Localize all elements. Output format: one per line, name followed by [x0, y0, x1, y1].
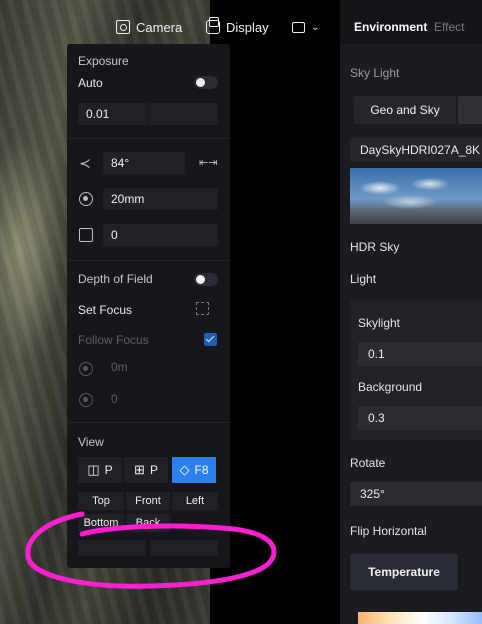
lens-extra-field[interactable]: 0 [103, 224, 218, 246]
view-mode-label: P [104, 463, 113, 477]
temperature-tab-button[interactable]: Temperature [350, 554, 458, 590]
skylight-value-field[interactable]: 0.1 [358, 342, 482, 366]
hdri-thumbnail[interactable] [350, 168, 482, 224]
hdri-name-field[interactable]: DaySkyHDRI027A_8K [350, 138, 482, 162]
camera-settings-panel: Exposure Auto 0.01 ≺ 84° ⇤⇥ 20mm 0 Depth… [67, 44, 230, 568]
camera-icon [116, 20, 130, 34]
skylight-label: Skylight [358, 316, 401, 330]
exposure-secondary-field[interactable] [149, 103, 218, 125]
hdri-mode-button[interactable] [458, 96, 482, 124]
follow-focus-checkbox[interactable] [204, 333, 217, 346]
rotate-value-field[interactable]: 325° [350, 482, 482, 506]
camera-menu-button[interactable]: Camera [116, 14, 182, 40]
focus-distance-icon [79, 362, 93, 376]
depth-of-field-toggle[interactable] [194, 273, 218, 286]
background-value-field[interactable]: 0.3 [358, 406, 482, 430]
lens-icon [79, 228, 93, 242]
auto-exposure-label: Auto [78, 76, 103, 90]
view-mode-perspective-button[interactable]: ◫ P [78, 457, 122, 483]
focal-length-field[interactable]: 20mm [103, 188, 218, 210]
view-mode-label: P [149, 463, 158, 477]
depth-of-field-title: Depth of Field [78, 272, 153, 286]
view-mode-f8-button[interactable]: ◇ F8 [172, 457, 216, 483]
tab-effect[interactable]: Effect [434, 20, 464, 34]
background-label: Background [358, 380, 423, 394]
divider [67, 422, 230, 423]
follow-focus-label: Follow Focus [78, 333, 149, 347]
auto-exposure-toggle[interactable] [194, 76, 218, 89]
sky-light-title: Sky Light [350, 66, 400, 80]
exposure-title: Exposure [78, 54, 129, 68]
geo-and-sky-button[interactable]: Geo and Sky [354, 96, 456, 124]
view-title: View [78, 435, 104, 449]
flip-horizontal-label: Flip Horizontal [350, 524, 427, 538]
chevron-down-icon: ⌄ [311, 21, 320, 33]
aperture-field[interactable]: 0 [103, 388, 218, 410]
display-menu-button[interactable]: Display [206, 14, 269, 40]
light-label: Light [350, 272, 377, 286]
fit-width-icon[interactable]: ⇤⇥ [199, 156, 217, 170]
focus-distance-field[interactable]: 0m [103, 356, 218, 378]
perspective-icon: ◫ [87, 462, 100, 477]
divider [67, 260, 230, 261]
tab-environment[interactable]: Environment [354, 20, 427, 34]
divider [67, 138, 230, 139]
orthographic-icon: ◇ [179, 462, 190, 477]
exposure-value-field[interactable]: 0.01 [78, 103, 148, 125]
fov-angle-icon: ≺ [79, 155, 91, 171]
display-menu-label: Display [226, 19, 269, 35]
view-mode-label: F8 [194, 463, 209, 477]
screen-settings-icon [292, 21, 305, 33]
screen-settings-button[interactable]: ⌄ [292, 14, 319, 40]
hdr-sky-label: HDR Sky [350, 240, 400, 254]
annotation-highlight [25, 511, 277, 589]
grid-icon: ⊞ [134, 462, 145, 477]
rotate-label: Rotate [350, 456, 386, 470]
camera-menu-label: Camera [136, 19, 183, 35]
set-focus-icon[interactable] [196, 302, 209, 315]
view-mode-grid-button[interactable]: ⊞ P [124, 457, 168, 483]
aperture-icon [79, 393, 93, 407]
fov-angle-field[interactable]: 84° [103, 152, 185, 174]
set-focus-label: Set Focus [78, 303, 133, 317]
focus-target-icon [79, 192, 93, 206]
temperature-gradient-slider[interactable] [358, 612, 482, 624]
environment-panel: Environment Effect Sky Light Geo and Sky… [340, 0, 482, 624]
display-icon [206, 17, 220, 34]
